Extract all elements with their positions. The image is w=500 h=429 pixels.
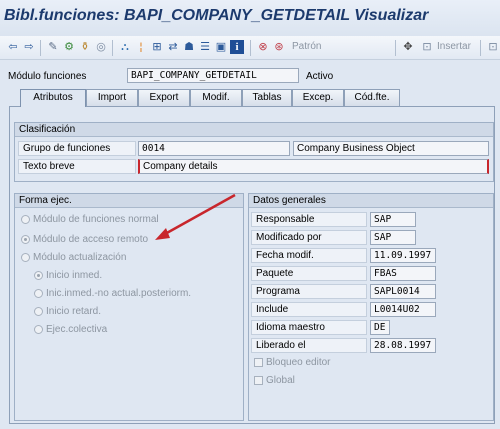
annotation-arrow-icon <box>155 193 236 240</box>
